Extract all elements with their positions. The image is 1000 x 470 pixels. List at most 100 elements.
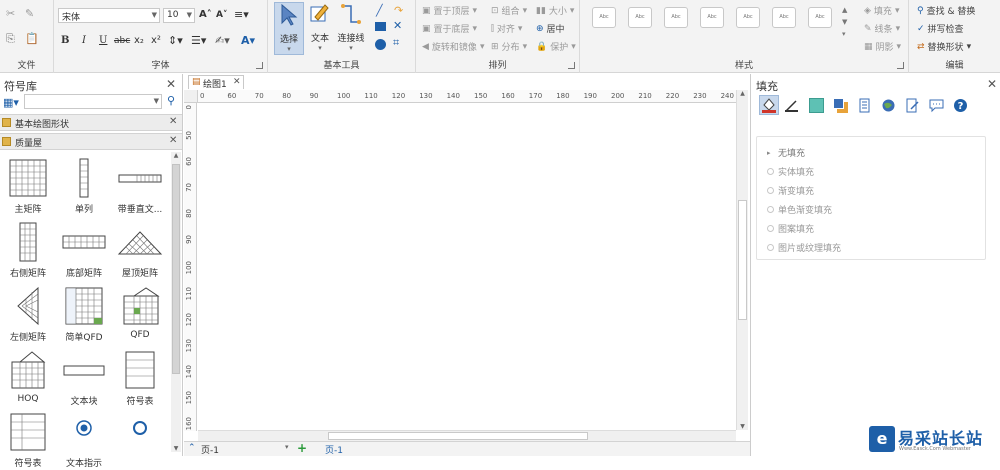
fill-option-solid[interactable]: 实体填充 [767,165,814,178]
close-icon[interactable]: ✕ [233,77,241,87]
section-basic-shapes[interactable]: 基本绘图形状 ✕ [0,114,182,131]
style-dialog-launcher-icon[interactable] [897,62,904,69]
document-tab-icon[interactable] [857,98,872,113]
style-swatch[interactable]: Abc [592,7,616,28]
close-icon[interactable]: ✕ [169,116,177,127]
shape-vertical-text-row[interactable]: 带垂直文... [112,156,168,216]
chevron-up-icon[interactable]: ⌃ [188,443,196,453]
scroll-down-icon[interactable]: ▼ [737,423,748,430]
globe-icon[interactable] [881,98,896,113]
edit-document-icon[interactable] [905,98,920,113]
superscript-icon[interactable]: x² [151,35,161,46]
fill-tab-icon[interactable] [759,95,779,115]
crop-icon[interactable]: ⌗ [393,36,399,50]
shape-symbol-table[interactable]: 符号表 [112,348,168,408]
protect-button[interactable]: 🔒 保护 ▾ [536,40,576,54]
shape-left-matrix[interactable]: 左侧矩阵 [0,284,56,344]
line-spacing-icon[interactable]: ⇕▾ [168,34,183,47]
tab-drawing1[interactable]: ▤ 绘图1 ✕ [188,75,244,90]
style-swatch[interactable]: Abc [628,7,652,28]
shape-qfd[interactable]: QFD [112,284,168,344]
rotate-flip-button[interactable]: ◀ 旋转和镜像 ▾ [422,40,484,54]
grow-font-icon[interactable]: A˄ [199,9,212,20]
canvas-horizontal-scrollbar[interactable] [198,430,736,441]
add-page-icon[interactable]: + [297,441,307,455]
shrink-font-icon[interactable]: A˅ [216,10,227,20]
send-to-back-button[interactable]: ▣ 置于底层 ▾ [422,22,477,36]
scroll-up-icon[interactable]: ▲ [171,152,181,159]
font-size-select[interactable]: 10 ▼ [163,8,195,23]
paste-icon[interactable]: 📋 [25,32,39,45]
style-swatch[interactable]: Abc [772,7,796,28]
style-swatch[interactable]: Abc [664,7,688,28]
shadow-tab-icon[interactable] [833,98,848,113]
library-scrollbar[interactable]: ▲ ▼ [171,152,181,452]
shape-roof-matrix[interactable]: 屋顶矩阵 [112,220,168,280]
italic-icon[interactable]: I [82,35,86,46]
bold-icon[interactable]: B [61,35,69,46]
canvas-vertical-scrollbar[interactable]: ▲ ▼ [736,90,748,430]
fill-option-picture-texture[interactable]: 图片或纹理填充 [767,241,841,254]
subscript-icon[interactable]: x₂ [134,35,144,46]
size-button[interactable]: ▮▮ 大小 ▾ [536,4,574,18]
shape-text-block[interactable]: 文本块 [56,348,112,408]
page-select[interactable]: 页-1 ▾ [201,443,293,456]
scroll-down-icon[interactable]: ▼ [171,445,181,452]
underline-icon[interactable]: U [99,35,107,46]
connector-tool-button[interactable]: 连接线 ▾ [334,2,368,52]
copy-icon[interactable]: ⎘ [6,32,15,46]
fill-button[interactable]: ◈ 填充 ▾ [864,4,899,18]
close-icon[interactable]: ✕ [166,77,176,91]
brush-icon[interactable]: ✎ [25,7,34,20]
solid-fill-tab-icon[interactable] [809,98,824,113]
find-replace-button[interactable]: ⚲ 查找 & 替换 [917,4,975,18]
rectangle-icon[interactable] [375,22,386,31]
library-scroll-thumb[interactable] [172,164,180,374]
close-icon[interactable]: ✕ [987,77,997,91]
shape-hoq[interactable]: HOQ [0,348,56,408]
line-style-button[interactable]: ✎ 线条 ▾ [864,22,900,36]
distribute-button[interactable]: ⊞ 分布 ▾ [491,40,527,54]
line-icon[interactable]: ╱ [376,4,383,17]
page-tab-1[interactable]: 页-1 [325,443,343,456]
shape-single-column[interactable]: 单列 [56,156,112,216]
fill-option-pattern[interactable]: 图案填充 [767,222,814,235]
select-tool-button[interactable]: 选择 ▾ [274,2,304,55]
line-tab-icon[interactable] [784,98,799,113]
section-house-of-quality[interactable]: 质量屋 ✕ [0,133,182,150]
shape-circle-indicator[interactable] [112,410,168,470]
strikethrough-icon[interactable]: abc [114,36,130,46]
cross-icon[interactable]: ✕ [393,19,402,32]
scroll-up-icon[interactable]: ▲ [737,90,748,97]
fill-option-none[interactable]: ▸ 无填充 [767,146,805,160]
format-painter-icon[interactable]: ✂ [6,7,15,20]
drawing-canvas[interactable] [198,104,736,429]
center-button[interactable]: ⊕ 居中 [536,22,565,36]
style-gallery-scroll[interactable]: ▲ ▼ ▾ [842,4,847,40]
shadow-button[interactable]: ▦ 阴影 ▾ [864,40,901,54]
shape-bottom-matrix[interactable]: 底部矩阵 [56,220,112,280]
spellcheck-button[interactable]: ✓ 拼写检查 [917,22,964,36]
align-button[interactable]: ⫿ 对齐 ▾ [491,22,522,36]
arrange-dialog-launcher-icon[interactable] [568,62,575,69]
search-icon[interactable]: ⚲ [167,94,175,107]
group-button[interactable]: ⊡ 组合 ▾ [491,4,527,18]
fill-option-mono-gradient[interactable]: 单色渐变填充 [767,203,832,216]
canvas-vscroll-thumb[interactable] [738,200,747,320]
library-menu-icon[interactable]: ▦▾ [3,96,19,109]
shape-text-indicator[interactable]: 文本指示 [56,410,112,470]
text-tool-button[interactable]: 文本 ▾ [305,2,335,52]
shape-main-matrix[interactable]: 主矩阵 [0,156,56,216]
bullets-icon[interactable]: ☰▾ [191,34,206,47]
font-dialog-launcher-icon[interactable] [256,62,263,69]
library-search-input[interactable]: ▼ [24,94,162,109]
close-icon[interactable]: ✕ [169,135,177,146]
ellipse-icon[interactable] [375,39,386,50]
comment-icon[interactable] [929,98,944,113]
style-swatch[interactable]: Abc [808,7,832,28]
shape-right-matrix[interactable]: 右侧矩阵 [0,220,56,280]
highlight-icon[interactable]: ✍▾ [215,34,230,47]
bring-to-front-button[interactable]: ▣ 置于顶层 ▾ [422,4,477,18]
fill-option-gradient[interactable]: 渐变填充 [767,184,814,197]
font-color-icon[interactable]: A▾ [241,34,255,47]
